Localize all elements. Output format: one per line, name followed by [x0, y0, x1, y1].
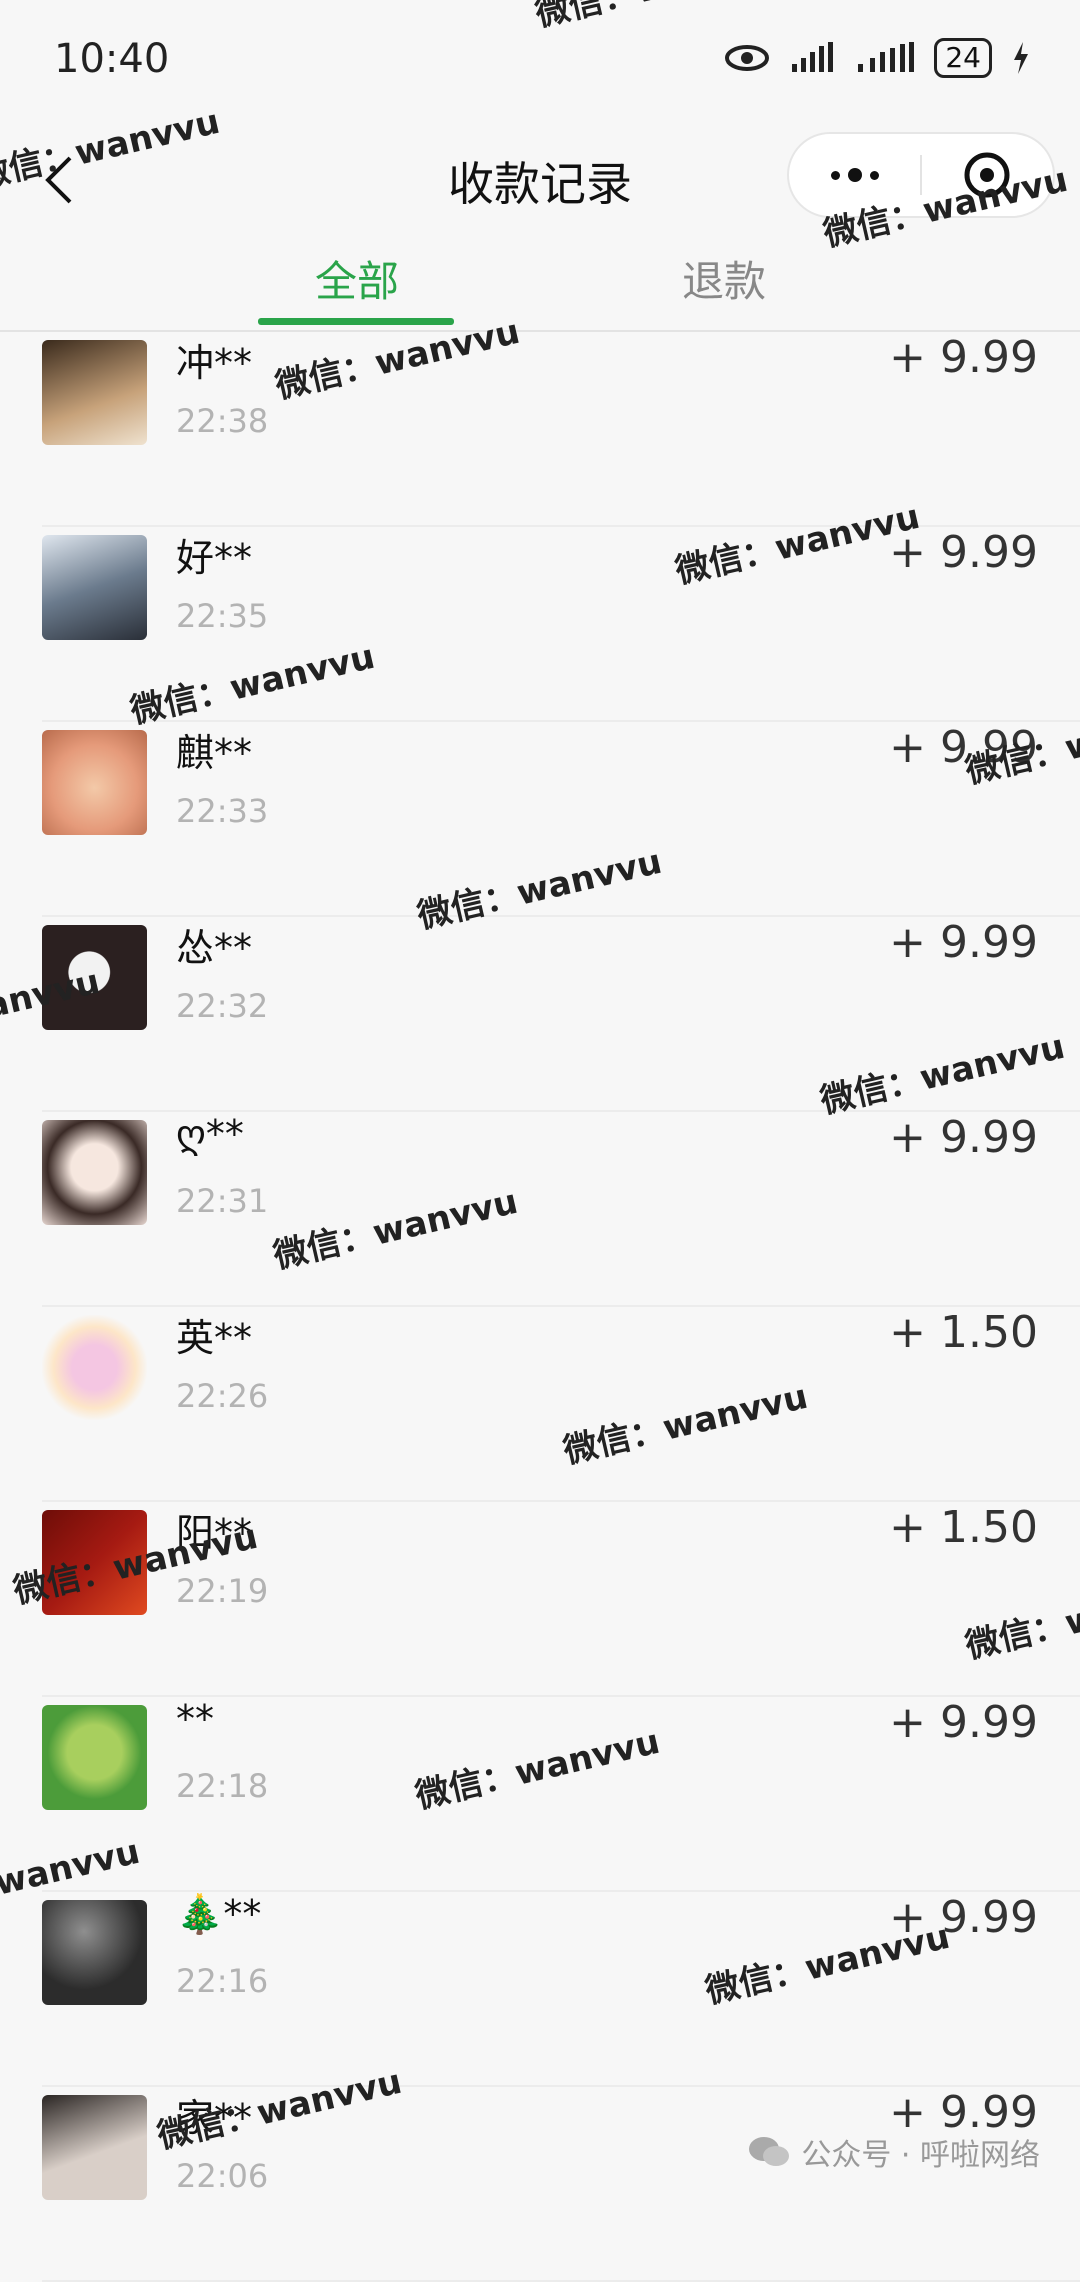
list-item[interactable]: 冲** 22:38 + 9.99 — [0, 332, 1080, 527]
avatar — [42, 1705, 147, 1810]
tab-refund[interactable]: 退款 — [682, 248, 766, 309]
footer-label: 公众号 · 呼啦网络 — [801, 2138, 1040, 2173]
avatar — [42, 2095, 147, 2200]
list-item[interactable]: ** 22:18 + 9.99 — [0, 1697, 1080, 1892]
record-time: 22:32 — [176, 987, 269, 1025]
tab-all[interactable]: 全部 — [315, 248, 399, 309]
record-time: 22:26 — [176, 1377, 269, 1415]
record-time: 22:38 — [176, 402, 269, 440]
payment-record-list: 冲** 22:38 + 9.99 好** 22:35 + 9.99 麒** 22… — [0, 332, 1080, 2282]
record-amount: + 9.99 — [889, 917, 1038, 968]
more-dot-icon — [830, 170, 840, 180]
tab-bar: 全部 退款 — [0, 230, 1080, 332]
signal-icon — [792, 42, 834, 72]
record-amount: + 9.99 — [889, 1112, 1038, 1163]
record-amount: + 9.99 — [889, 332, 1038, 383]
avatar — [42, 1120, 147, 1225]
avatar — [42, 1900, 147, 2005]
record-amount: + 1.50 — [889, 1307, 1038, 1358]
record-amount: + 1.50 — [889, 1502, 1038, 1553]
payer-name: ** — [176, 1697, 214, 1741]
source-footer: 公众号 · 呼啦网络 — [747, 2130, 1040, 2174]
avatar — [42, 535, 147, 640]
status-time: 10:40 — [54, 36, 170, 82]
list-item[interactable]: 英** 22:26 + 1.50 — [0, 1307, 1080, 1502]
signal-4g-icon — [858, 42, 915, 72]
record-time: 22:35 — [176, 597, 269, 635]
wechat-icon — [749, 2137, 790, 2166]
avatar — [42, 730, 147, 835]
record-time: 22:06 — [176, 2157, 269, 2195]
payer-name: 英** — [176, 1316, 253, 1360]
record-time: 22:19 — [176, 1572, 269, 1610]
record-time: 22:31 — [176, 1182, 269, 1220]
payer-name: 好** — [176, 536, 253, 580]
record-time: 22:33 — [176, 792, 269, 830]
payer-name: 冲** — [176, 341, 253, 385]
payer-name: ღ** — [176, 1112, 244, 1156]
record-time: 22:18 — [176, 1767, 269, 1805]
record-amount: + 9.99 — [889, 1697, 1038, 1748]
payer-name: 🎄** — [176, 1892, 262, 1936]
more-dot-icon — [869, 170, 879, 180]
avatar — [42, 340, 147, 445]
record-time: 22:16 — [176, 1962, 269, 2000]
payer-name: 怂** — [176, 926, 253, 970]
eye-icon — [725, 45, 770, 71]
avatar — [42, 1315, 147, 1420]
charging-icon — [1014, 42, 1028, 74]
list-item[interactable]: ღ** 22:31 + 9.99 — [0, 1112, 1080, 1307]
battery-indicator: 24 — [934, 38, 992, 78]
payer-name: 麒** — [176, 731, 253, 775]
more-dot-icon — [847, 168, 862, 182]
status-icons: 24 — [724, 38, 1030, 78]
